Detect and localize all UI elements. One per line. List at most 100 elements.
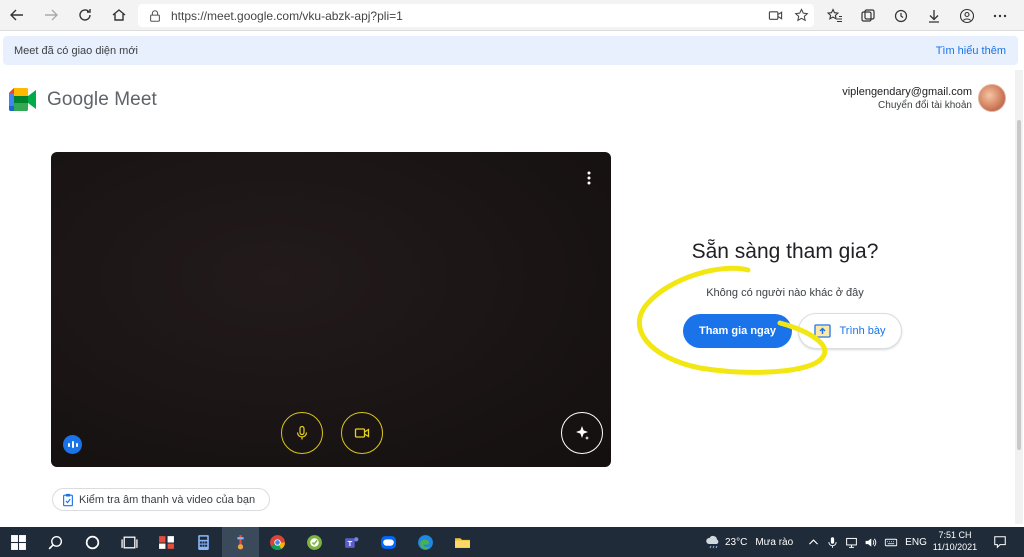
- tray-network[interactable]: [845, 536, 858, 549]
- cortana-button[interactable]: [74, 527, 111, 557]
- learn-more-link[interactable]: Tìm hiểu thêm: [936, 45, 1006, 57]
- more-horizontal-icon: [993, 14, 1006, 17]
- ready-to-join-title: Sẵn sàng tham gia?: [691, 240, 879, 263]
- microphone-toggle-button[interactable]: [281, 412, 323, 454]
- edge-icon: [418, 534, 433, 550]
- add-favorite-button[interactable]: [788, 4, 814, 27]
- app-name: Google Meet: [47, 88, 157, 110]
- new-ui-banner: Meet đã có giao diện mới Tìm hiểu thêm: [3, 36, 1018, 65]
- arrow-right-icon: [45, 9, 58, 21]
- banner-message: Meet đã có giao diện mới: [14, 44, 139, 57]
- windows-logo-icon: [11, 534, 26, 550]
- teams-icon: T: [345, 536, 359, 548]
- camera-permission-button[interactable]: [762, 4, 788, 27]
- weather-desc: Mưa rào: [755, 536, 794, 548]
- visual-effects-button[interactable]: [561, 412, 603, 454]
- chevron-up-icon: [809, 538, 819, 545]
- microphone-icon: [296, 425, 308, 440]
- network-icon: [846, 537, 858, 548]
- scrollbar-thumb[interactable]: [1017, 120, 1021, 450]
- pin-tool-icon: [237, 534, 244, 549]
- tray-microphone[interactable]: [826, 536, 839, 549]
- clock-time: 7:51 CH: [938, 530, 972, 540]
- calculator-icon: [198, 534, 209, 550]
- home-button[interactable]: [102, 0, 136, 31]
- tray-keyboard[interactable]: [883, 536, 899, 549]
- browser-tools: [818, 0, 1016, 31]
- system-tray: 23°C Mưa rào ENG: [705, 527, 933, 557]
- speaker-icon: [865, 537, 877, 547]
- taskbar-app-snipping[interactable]: [222, 527, 259, 557]
- address-bar[interactable]: https://meet.google.com/vku-abzk-apj?pli…: [138, 4, 814, 27]
- account-email: viplengendary@gmail.com: [842, 85, 972, 98]
- chrome-icon: [270, 534, 285, 550]
- settings-more-button[interactable]: [983, 0, 1016, 31]
- keyboard-icon: [885, 538, 898, 546]
- collections-icon: [860, 8, 875, 22]
- zalo-icon: [381, 535, 396, 549]
- taskbar-app-explorer[interactable]: [444, 527, 481, 557]
- reload-icon: [79, 9, 91, 21]
- taskbar-app-green[interactable]: [296, 527, 333, 557]
- tray-volume[interactable]: [864, 536, 877, 549]
- clock-date: 11/10/2021: [932, 542, 978, 552]
- input-language[interactable]: ENG: [905, 537, 927, 548]
- taskbar-app-teams[interactable]: T: [333, 527, 370, 557]
- back-button[interactable]: [0, 0, 34, 31]
- star-plus-icon: [793, 8, 809, 22]
- taskbar-app-edge[interactable]: [407, 527, 444, 557]
- clipboard-check-icon: [63, 493, 73, 506]
- history-button[interactable]: [884, 0, 917, 31]
- video-preview: [51, 152, 611, 467]
- check-audio-video-button[interactable]: Kiểm tra âm thanh và video của bạn: [52, 488, 270, 511]
- google-meet-logo[interactable]: Google Meet: [9, 88, 157, 111]
- taskbar-app-zalo[interactable]: [370, 527, 407, 557]
- green-app-icon: [307, 534, 322, 550]
- task-view-button[interactable]: [111, 527, 148, 557]
- download-icon: [928, 9, 939, 23]
- audio-level-indicator: [63, 435, 82, 454]
- app-grid-icon: [159, 535, 174, 549]
- url-text[interactable]: https://meet.google.com/vku-abzk-apj?pli…: [171, 9, 762, 23]
- circle-icon: [85, 535, 100, 549]
- join-now-button[interactable]: Tham gia ngay: [683, 314, 792, 348]
- task-view-icon: [121, 536, 138, 548]
- notification-center-button[interactable]: [988, 527, 1012, 557]
- video-camera-icon: [354, 428, 370, 438]
- search-button[interactable]: [37, 527, 74, 557]
- forward-button[interactable]: [34, 0, 68, 31]
- present-screen-icon: [814, 324, 832, 338]
- sparkle-icon: [576, 426, 589, 440]
- meet-logo-icon: [9, 88, 36, 111]
- taskbar-app-paint[interactable]: [148, 527, 185, 557]
- switch-account-link[interactable]: Chuyển đổi tài khoản: [842, 100, 972, 111]
- present-button[interactable]: Trình bày: [798, 313, 902, 349]
- taskbar-app-calculator[interactable]: [185, 527, 222, 557]
- avatar[interactable]: [978, 84, 1006, 112]
- weather-temp: 23°C: [725, 536, 748, 548]
- favorites-icon: [826, 7, 842, 22]
- audio-bar: [67, 442, 70, 447]
- collections-button[interactable]: [851, 0, 884, 31]
- taskbar-app-chrome[interactable]: [259, 527, 296, 557]
- audio-bar: [71, 441, 74, 448]
- video-camera-icon: [768, 11, 782, 20]
- more-vertical-icon: [587, 171, 591, 185]
- taskbar-clock[interactable]: 7:51 CH 11/10/2021: [928, 529, 982, 553]
- account-area: viplengendary@gmail.com Chuyển đổi tài k…: [842, 84, 1006, 112]
- present-label: Trình bày: [839, 325, 886, 337]
- microphone-icon: [828, 536, 837, 548]
- account-text: viplengendary@gmail.com Chuyển đổi tài k…: [842, 86, 972, 111]
- show-hidden-icons-button[interactable]: [807, 536, 820, 549]
- profile-button[interactable]: [950, 0, 983, 31]
- start-button[interactable]: [0, 527, 37, 557]
- favorites-button[interactable]: [818, 0, 851, 31]
- svg-text:T: T: [348, 539, 353, 548]
- lock-icon: [150, 9, 160, 22]
- camera-toggle-button[interactable]: [341, 412, 383, 454]
- downloads-button[interactable]: [917, 0, 950, 31]
- more-options-button[interactable]: [583, 168, 595, 188]
- weather-widget[interactable]: 23°C Mưa rào: [705, 534, 793, 550]
- reload-button[interactable]: [68, 0, 102, 31]
- no-one-here-text: Không có người nào khác ở đây: [706, 287, 864, 299]
